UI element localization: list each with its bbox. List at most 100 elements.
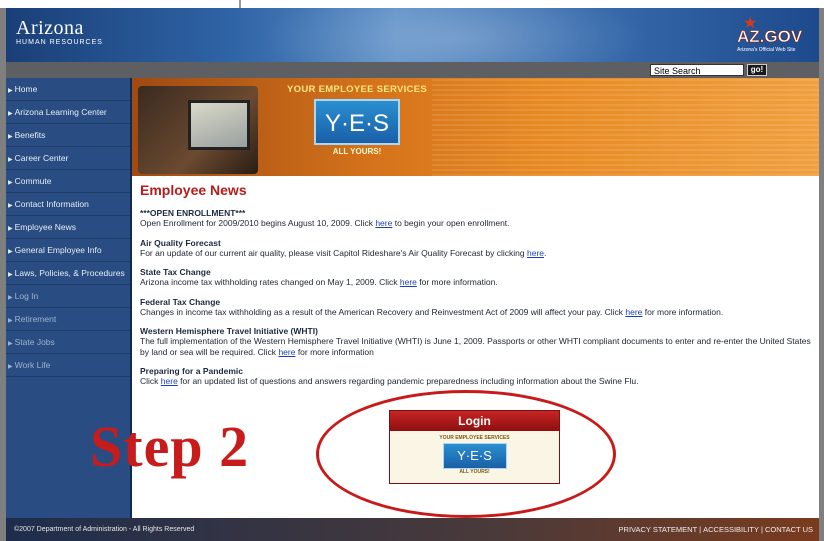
- news-text: For an update of our current air quality…: [140, 247, 527, 258]
- news-text: Open Enrollment for 2009/2010 begins Aug…: [140, 218, 376, 228]
- sidebar-item-log-in[interactable]: ▶ Log In: [6, 285, 130, 308]
- news-text: Arizona income tax withholding rates cha…: [140, 277, 400, 287]
- arrow-right-icon: ▶: [8, 203, 13, 209]
- privacy-statement-link[interactable]: PRIVACY STATEMENT: [619, 525, 698, 534]
- sidebar-item-label: Laws, Policies, & Procedures: [14, 268, 125, 278]
- news-body: Open Enrollment for 2009/2010 begins Aug…: [140, 218, 816, 229]
- news-item: Preparing for a Pandemic Click here for …: [140, 366, 816, 387]
- azgov-logo[interactable]: ★ AZ.GOV Arizona's Official Web Site: [737, 16, 809, 54]
- search-go-button[interactable]: go!: [747, 64, 767, 76]
- page-shell: Arizona HUMAN RESOURCES ★ AZ.GOV Arizona…: [0, 0, 824, 541]
- yes-logo: Y·E·S: [314, 99, 400, 145]
- news-item: Western Hemisphere Travel Initiative (WH…: [140, 326, 816, 357]
- news-body: Click here for an updated list of questi…: [140, 376, 816, 387]
- news-heading: State Tax Change: [140, 267, 211, 277]
- azgov-wordmark: AZ.GOV: [737, 27, 803, 46]
- sidebar-item-label: Career Center: [14, 153, 69, 163]
- news-heading: Western Hemisphere Travel Initiative (WH…: [140, 326, 318, 336]
- monitor-screen: [188, 100, 250, 150]
- sidebar-item-laws-policies-procedures[interactable]: ▶ Laws, Policies, & Procedures: [6, 262, 130, 285]
- arrow-right-icon: ▶: [8, 318, 13, 324]
- sidebar-item-label: General Employee Info: [14, 245, 102, 255]
- sidebar-item-label: Contact Information: [14, 199, 89, 209]
- news-text: Changes in income tax withholding as a r…: [140, 306, 626, 317]
- banner-decoration: [432, 78, 819, 176]
- news-text: for an updated list of questions and ans…: [177, 376, 639, 386]
- news-heading: Preparing for a Pandemic: [140, 366, 243, 376]
- arrow-right-icon: ▶: [8, 134, 13, 140]
- sidebar-item-home[interactable]: ▶ Home: [6, 78, 130, 101]
- arrow-right-icon: ▶: [8, 88, 13, 94]
- page-title: Employee News: [140, 182, 247, 198]
- sidebar-item-label: Benefits: [14, 130, 46, 140]
- news-link[interactable]: here: [375, 218, 392, 228]
- step-2-annotation: Step 2: [90, 414, 250, 479]
- footer-links: PRIVACY STATEMENT | ACCESSIBILITY | CONTACT …: [619, 518, 813, 541]
- news-heading: Air Quality Forecast: [140, 237, 221, 248]
- search-bar: Site Search go!: [6, 62, 819, 78]
- sidebar-item-label: Work Life: [14, 360, 51, 370]
- arrow-right-icon: ▶: [8, 249, 13, 255]
- copyright-text: ©2007 Department of Administration - All…: [14, 526, 195, 533]
- sidebar-item-arizona-learning-center[interactable]: ▶ Arizona Learning Center: [6, 101, 130, 124]
- sidebar-item-work-life[interactable]: ▶ Work Life: [6, 354, 130, 377]
- sidebar-item-label: State Jobs: [14, 337, 55, 347]
- news-text: The full implementation of the Western H…: [140, 336, 811, 357]
- footer-separator: |: [699, 525, 702, 534]
- sidebar-item-contact-information[interactable]: ▶ Contact Information: [6, 193, 130, 216]
- news-item: Federal Tax Change Changes in income tax…: [140, 297, 816, 318]
- news-text: for more information.: [642, 306, 724, 317]
- header-decoration: [246, 8, 666, 62]
- news-body: The full implementation of the Western H…: [140, 336, 816, 357]
- banner-bottom-text: ALL YOURS!: [332, 147, 382, 156]
- news-body: For an update of our current air quality…: [140, 248, 816, 259]
- brand-name: Arizona: [16, 17, 84, 39]
- sidebar-item-benefits[interactable]: ▶ Benefits: [6, 124, 130, 147]
- login-bottom-text: ALL YOURS!: [459, 469, 490, 475]
- news-text: for more information.: [416, 277, 498, 287]
- arrow-right-icon: ▶: [8, 180, 13, 186]
- sidebar-item-label: Home: [14, 84, 38, 94]
- sidebar-item-label: Employee News: [14, 222, 77, 232]
- news-link[interactable]: here: [527, 248, 544, 258]
- sidebar-item-label: Commute: [14, 176, 52, 186]
- news-text: Click: [140, 376, 161, 386]
- sidebar-item-commute[interactable]: ▶ Commute: [6, 170, 130, 193]
- sidebar-item-employee-news[interactable]: ▶ Employee News: [6, 216, 130, 239]
- login-label: Login: [390, 411, 559, 431]
- site-footer: ©2007 Department of Administration - All…: [6, 518, 819, 541]
- news-item: State Tax Change Arizona income tax with…: [140, 267, 816, 288]
- accessibility-link[interactable]: ACCESSIBILITY: [703, 525, 759, 534]
- arrow-right-icon: ▶: [8, 111, 13, 117]
- news-link[interactable]: here: [161, 376, 178, 386]
- search-input[interactable]: Site Search: [650, 64, 744, 76]
- news-link[interactable]: here: [278, 347, 295, 357]
- sidebar-item-retirement[interactable]: ▶ Retirement: [6, 308, 130, 331]
- news-link[interactable]: here: [400, 277, 417, 287]
- brand-subtitle: HUMAN RESOURCES: [16, 39, 103, 46]
- arrow-right-icon: ▶: [8, 226, 13, 232]
- sidebar-item-label: Retirement: [14, 314, 57, 324]
- sidebar-item-career-center[interactable]: ▶ Career Center: [6, 147, 130, 170]
- computer-image: [138, 86, 258, 174]
- sidebar-item-state-jobs[interactable]: ▶ State Jobs: [6, 331, 130, 354]
- news-heading: ***OPEN ENROLLMENT***: [140, 208, 246, 218]
- arrow-right-icon: ▶: [8, 341, 13, 347]
- azgov-tagline: Arizona's Official Web Site: [737, 47, 796, 53]
- news-text: .: [544, 247, 547, 258]
- site-header: Arizona HUMAN RESOURCES ★ AZ.GOV Arizona…: [6, 8, 819, 62]
- news-body: Arizona income tax withholding rates cha…: [140, 277, 816, 288]
- yes-banner: YOUR EMPLOYEE SERVICES Y·E·S ALL YOURS!: [132, 78, 819, 176]
- news-link[interactable]: here: [625, 307, 642, 317]
- arrow-right-icon: ▶: [8, 295, 13, 301]
- contact-us-link[interactable]: CONTACT US: [765, 525, 813, 534]
- yes-logo: Y·E·S: [442, 443, 507, 469]
- news-section: Employee News ***OPEN ENROLLMENT*** Open…: [140, 182, 816, 396]
- sidebar-item-label: Arizona Learning Center: [14, 107, 107, 117]
- yes-login-button[interactable]: Login YOUR EMPLOYEE SERVICES Y·E·S ALL Y…: [389, 410, 560, 484]
- arizona-hr-logo[interactable]: Arizona HUMAN RESOURCES: [16, 18, 103, 47]
- arrow-right-icon: ▶: [8, 364, 13, 370]
- arrow-right-icon: ▶: [8, 272, 13, 278]
- news-text: to begin your open enrollment.: [392, 218, 510, 228]
- sidebar-item-general-employee-info[interactable]: ▶ General Employee Info: [6, 239, 130, 262]
